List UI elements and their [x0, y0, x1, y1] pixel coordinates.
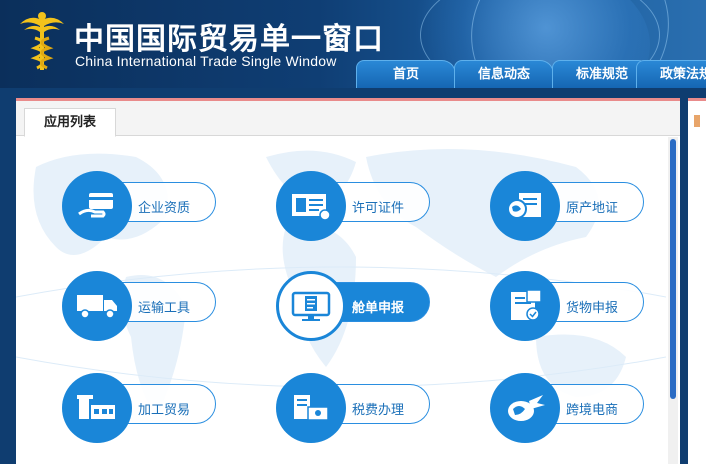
app-tile-manifest[interactable]: 舱单申报 — [276, 271, 436, 341]
app-tile-license[interactable]: 许可证件 — [276, 171, 436, 241]
license-document-icon — [276, 171, 346, 241]
manifest-monitor-icon — [276, 271, 346, 341]
app-label: 税费办理 — [352, 403, 405, 418]
site-header: 中国国际贸易单一窗口 China International Trade Sin… — [0, 0, 706, 88]
company-card-icon — [62, 171, 132, 241]
app-tile-certificate-of-origin[interactable]: 原产地证 — [490, 171, 650, 241]
app-tile-processing-trade[interactable]: 加工贸易 — [62, 373, 222, 443]
vertical-scrollbar[interactable] — [668, 137, 678, 464]
app-tile-tax-payment[interactable]: 税费办理 — [276, 373, 436, 443]
origin-certificate-icon — [490, 171, 560, 241]
factory-icon — [62, 373, 132, 443]
tax-payment-icon — [276, 373, 346, 443]
app-label: 加工贸易 — [138, 403, 191, 418]
app-tile-cargo-declaration[interactable]: 货物申报 — [490, 271, 650, 341]
app-label: 货物申报 — [566, 301, 619, 316]
scrollbar-thumb[interactable] — [670, 139, 676, 399]
app-list-panel: 应用列表 企业资质 许可证件 原产地证 运输工具 舱单申报 货物申报 加工贸易 … — [16, 98, 680, 464]
panel-tabbar: 应用列表 — [16, 101, 680, 137]
site-subtitle: China International Trade Single Window — [75, 53, 337, 69]
ecommerce-globe-icon — [490, 373, 560, 443]
app-label: 运输工具 — [138, 301, 191, 316]
nav-tab-home[interactable]: 首页 — [356, 60, 456, 88]
app-label: 企业资质 — [138, 201, 191, 216]
nav-tab-news[interactable]: 信息动态 — [454, 60, 554, 88]
side-panel-marker — [694, 115, 700, 127]
app-tile-enterprise-qualification[interactable]: 企业资质 — [62, 171, 222, 241]
app-label: 许可证件 — [352, 201, 405, 216]
customs-emblem-logo — [20, 12, 64, 70]
tab-app-list[interactable]: 应用列表 — [24, 108, 116, 137]
nav-tab-policies[interactable]: 政策法规 — [636, 60, 706, 88]
cargo-declaration-icon — [490, 271, 560, 341]
app-tile-transport[interactable]: 运输工具 — [62, 271, 222, 341]
app-label: 原产地证 — [566, 201, 619, 216]
site-title: 中国国际贸易单一窗口 — [74, 22, 384, 57]
side-panel — [688, 98, 706, 464]
app-tile-cross-border-ecommerce[interactable]: 跨境电商 — [490, 373, 650, 443]
truck-icon — [62, 271, 132, 341]
app-label: 跨境电商 — [566, 403, 619, 418]
app-label: 舱单申报 — [352, 301, 405, 316]
